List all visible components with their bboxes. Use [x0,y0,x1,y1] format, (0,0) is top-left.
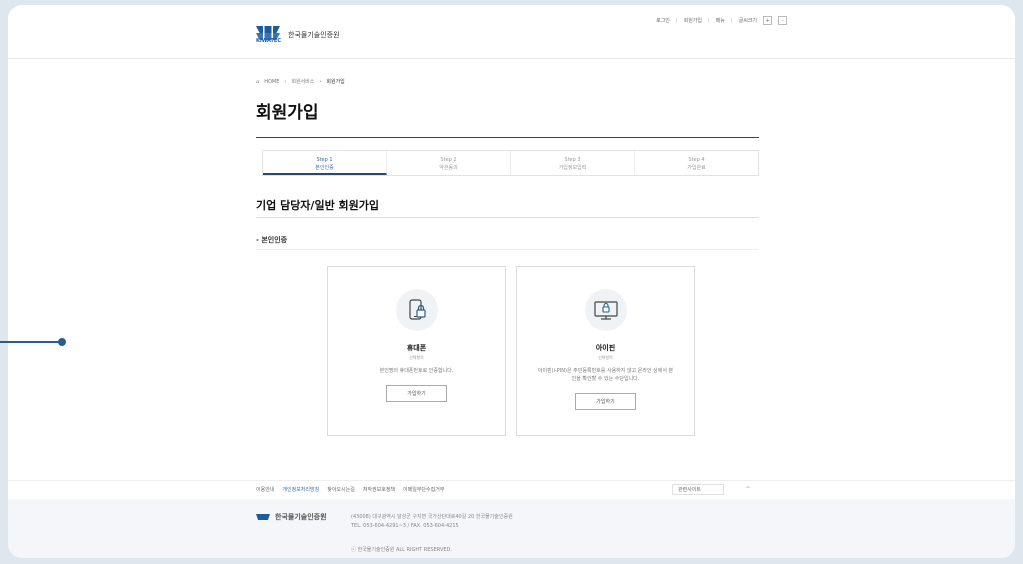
breadcrumb-service[interactable]: 회원서비스 [291,78,314,85]
ipin-card-sub: 선택항목 [598,355,613,360]
footer: 한국물기술인증원 (43008) 대구광역시 달성군 구지면 국가산단대로40길… [8,499,1015,558]
page-frame: KIWATEC 한국물기술인증원 로그인 | 회원가입 | 메뉴 | 글씨크기 … [8,5,1015,558]
sub-divider [256,249,759,250]
join-link[interactable]: 회원가입 [684,17,702,24]
page-title: 회원가입 [256,103,319,123]
footer-link-privacy[interactable]: 개인정보처리방침 [282,486,319,493]
monitor-lock-icon [584,289,627,331]
logo-name: 한국물기술인증원 [288,31,340,39]
sub-title: - 본인인증 [256,236,288,244]
breadcrumb-current: 회원가입 [326,79,345,85]
decor-dot [58,338,66,346]
phone-card-desc: 본인명의 휴대폰번호로 인증합니다. [379,368,454,374]
footer-info: (43008) 대구광역시 달성군 구지면 국가산단대로40길 20 한국물기술… [351,513,513,531]
footer-logo: 한국물기술인증원 [256,512,327,522]
breadcrumb-home[interactable]: HOME [264,79,279,85]
ipin-card-title: 아이핀 [595,344,616,352]
family-site-select[interactable]: 관련사이트 [672,484,724,495]
footer-logo-icon [256,514,270,520]
footer-link-email[interactable]: 이메일무단수집거부 [403,486,444,493]
font-size-label: 글씨크기 [738,18,757,24]
footer-address: (43008) 대구광역시 달성군 구지면 국가산단대로40길 20 한국물기술… [351,514,513,520]
footer-copyright: ⓒ 한국물기술인증원 ALL RIGHT RESERVED. [351,547,452,553]
decor-line [0,341,62,343]
ipin-card-desc: 아이핀(i-PIN)은 주민등록번호를 사용하지 않고 온라인 상에서 본인을 … [537,368,674,382]
footer-link-directions[interactable]: 찾아오시는길 [327,486,355,493]
footer-tel: TEL. 053-604-4291~3 / FAX. 053-604-4215 [351,523,459,529]
breadcrumb: ⌂ HOME › 회원서비스 › 회원가입 [256,78,345,86]
zoom-in-button[interactable]: + [763,16,772,25]
utility-nav: 로그인 | 회원가입 | 메뉴 | 글씨크기 + - [656,16,787,25]
logo-mark-icon: KIWATEC [256,25,281,45]
step-3: Step 3 가입정보입력 [511,151,635,175]
footer-links-bar: 이용안내 개인정보처리방침 찾아오시는길 저작권보호정책 이메일무단수집거부 관… [8,480,1015,500]
step-4: Step 4 가입완료 [687,157,706,171]
footer-link-copyright[interactable]: 저작권보호정책 [363,486,395,493]
ipin-join-button[interactable]: 가입하기 [575,393,636,410]
scroll-top-button[interactable]: ^ [742,484,754,495]
login-link[interactable]: 로그인 [656,17,670,24]
section-divider [256,217,759,218]
footer-links: 이용안내 개인정보처리방침 찾아오시는길 저작권보호정책 이메일무단수집거부 [256,486,444,493]
home-icon[interactable]: ⌂ [256,79,259,85]
footer-link-guide[interactable]: 이용안내 [256,486,274,493]
phone-card-title: 휴대폰 [406,344,427,352]
ipin-auth-card: 아이핀 선택항목 아이핀(i-PIN)은 주민등록번호를 사용하지 않고 온라인… [516,266,695,436]
menu-link[interactable]: 메뉴 [716,17,725,24]
site-logo[interactable]: KIWATEC 한국물기술인증원 [256,25,340,45]
title-divider [256,137,759,138]
phone-lock-icon [395,289,438,331]
phone-card-sub: 선택항목 [409,355,424,360]
header: KIWATEC 한국물기술인증원 로그인 | 회원가입 | 메뉴 | 글씨크기 … [8,5,1015,59]
step-2: Step 2 약관동의 [387,151,511,175]
step-1: Step 1 본인인증 [263,151,387,175]
signup-steps: Step 1 본인인증 Step 2 약관동의 Step 3 가입정보입력 Step … [262,150,759,176]
zoom-out-button[interactable]: - [778,16,787,25]
section-title: 기업 담당자/일반 회원가입 [256,199,379,212]
phone-join-button[interactable]: 가입하기 [386,385,447,402]
phone-auth-card: 휴대폰 선택항목 본인명의 휴대폰번호로 인증합니다. 가입하기 [327,266,506,436]
